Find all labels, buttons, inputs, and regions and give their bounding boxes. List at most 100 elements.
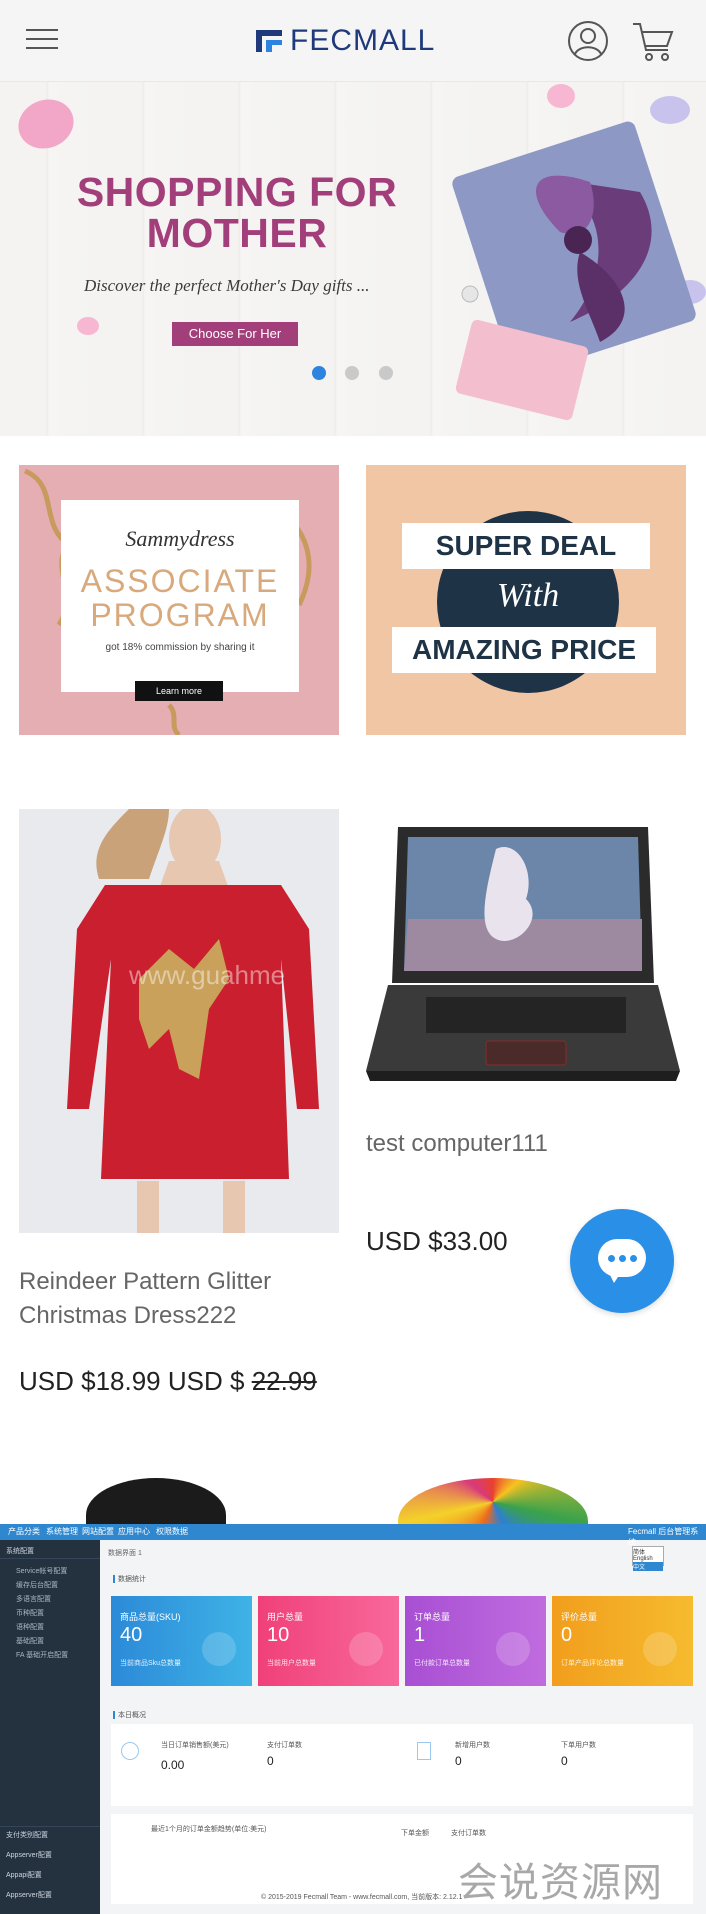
stat-label: 用户总量 — [267, 1612, 304, 1622]
admin-side-item[interactable]: 币种配置 — [16, 1608, 44, 1618]
user-account-icon[interactable] — [567, 20, 609, 62]
stat-desc: 订单产品评论总数量 — [561, 1660, 624, 1667]
admin-top-nav: 产品分类 系统管理 网站配置 应用中心 权限数据 Fecmall 后台管理系统 — [0, 1524, 706, 1547]
stat-desc: 当前商品Sku总数量 — [120, 1660, 182, 1667]
stat-card-sku: 商品总量(SKU) 40 当前商品Sku总数量 — [111, 1596, 252, 1686]
old-price: 22.99 — [251, 1366, 317, 1396]
chart-legend-item: 下单金额 — [401, 1830, 429, 1837]
hamburger-menu-icon[interactable] — [26, 29, 58, 53]
today-label: 下单用户数 — [561, 1742, 596, 1749]
admin-side-group[interactable]: 支付类别配置 — [6, 1830, 48, 1840]
super-deal-banner[interactable]: SUPER DEAL With AMAZING PRICE — [366, 465, 686, 735]
shopping-cart-icon[interactable] — [630, 18, 676, 64]
chart-legend-item: 支付订单数 — [451, 1830, 486, 1837]
user-add-icon — [417, 1742, 431, 1760]
fecmall-logo-icon — [256, 30, 282, 52]
admin-nav-item[interactable]: 网站配置 — [82, 1526, 114, 1537]
chart-title: 最近1个月的订单金额趋势(单位:美元) — [151, 1826, 267, 1833]
admin-side-item[interactable]: FA 基础开启配置 — [16, 1650, 68, 1660]
image-watermark: www.guahme — [128, 960, 285, 990]
chat-bubble-icon[interactable] — [570, 1209, 674, 1313]
today-overview-panel: 当日订单销售额(美元) 0.00 支付订单数 0 新增用户数 0 下单用户数 0 — [111, 1724, 693, 1806]
site-logo[interactable]: FECMALL — [256, 22, 435, 60]
product-image-laptop[interactable] — [366, 809, 686, 1089]
stat-value: 40 — [120, 1624, 143, 1646]
site-watermark: 会说资源网 — [458, 1861, 663, 1905]
order-icon — [496, 1632, 530, 1666]
admin-side-group[interactable]: 系统配置 — [6, 1546, 34, 1556]
chat-bubble — [598, 1239, 646, 1277]
learn-more-button[interactable]: Learn more — [135, 681, 223, 701]
lang-option-selected[interactable]: 中文 — [633, 1562, 663, 1571]
user-icon — [349, 1632, 383, 1666]
chat-bubble-tail — [608, 1271, 622, 1283]
hero-subtitle: Discover the perfect Mother's Day gifts … — [84, 276, 370, 295]
choose-for-her-button[interactable]: Choose For Her — [172, 322, 298, 346]
hero-title-line1: SHOPPING FOR — [76, 169, 398, 215]
associate-line: ASSOCIATE — [80, 563, 280, 599]
admin-side-group[interactable]: Appserver配置 — [6, 1890, 52, 1900]
stat-value: 0 — [561, 1624, 573, 1646]
sammydress-brand: Sammydress — [125, 526, 235, 551]
admin-section-title: 数据统计 — [113, 1575, 146, 1583]
today-label: 支付订单数 — [267, 1742, 302, 1749]
admin-side-group[interactable]: Appserver配置 — [6, 1850, 52, 1860]
admin-nav-item[interactable]: 系统管理 — [46, 1526, 78, 1537]
carousel-dot-1[interactable] — [312, 366, 326, 380]
eye-icon — [643, 1632, 677, 1666]
today-value: 0.00 — [161, 1758, 185, 1772]
today-label: 新增用户数 — [455, 1742, 490, 1749]
stat-desc: 当前用户总数量 — [267, 1660, 316, 1667]
product-name-dress[interactable]: Reindeer Pattern Glitter Christmas Dress… — [19, 1265, 339, 1333]
next-product-image-colorful[interactable] — [398, 1478, 588, 1526]
today-label: 当日订单销售额(美元) — [161, 1742, 229, 1749]
today-value: 0 — [455, 1754, 462, 1768]
carousel-dot-2[interactable] — [345, 366, 359, 380]
super-deal-label: SUPER DEAL — [402, 523, 650, 569]
admin-side-item[interactable]: Service帐号配置 — [16, 1566, 67, 1576]
hero-decor — [18, 84, 706, 421]
admin-nav-item[interactable]: 应用中心 — [118, 1526, 150, 1537]
admin-nav-item[interactable]: 权限数据 — [156, 1526, 188, 1537]
amazing-price-label: AMAZING PRICE — [392, 627, 656, 673]
admin-title: Fecmall 后台管理系统 — [628, 1527, 699, 1547]
admin-sidebar: 系统配置 Service帐号配置 缓存后台配置 多语言配置 币种配置 语种配置 … — [0, 1540, 100, 1914]
sales-icon — [121, 1742, 139, 1760]
today-value: 0 — [267, 1754, 274, 1768]
top-header: FECMALL — [0, 0, 706, 82]
with-label: With — [496, 577, 560, 614]
associate-program-title: ASSOCIATE PROGRAM — [61, 564, 299, 632]
product-image-dress[interactable]: www.guahme — [19, 809, 339, 1233]
stat-label: 商品总量(SKU) — [120, 1612, 181, 1622]
admin-side-item[interactable]: 多语言配置 — [16, 1594, 51, 1604]
stat-label: 评价总量 — [561, 1612, 598, 1622]
stat-value: 1 — [414, 1624, 426, 1646]
logo-text: FECMALL — [290, 24, 436, 57]
stat-card-orders: 订单总量 1 已付款订单总数量 — [405, 1596, 546, 1686]
admin-nav-item[interactable]: 产品分类 — [8, 1526, 40, 1537]
stat-value: 10 — [267, 1624, 290, 1646]
commission-text: got 18% commission by sharing it — [105, 642, 255, 653]
product-price-dress: USD $18.99 USD $ 22.99 — [19, 1360, 319, 1402]
hero-title-line2: MOTHER — [146, 210, 328, 256]
hero-carousel[interactable]: SHOPPING FOR MOTHER Discover the perfect… — [0, 82, 706, 436]
admin-breadcrumb: 数据界面 1 — [108, 1550, 142, 1557]
lang-option[interactable]: 简体 — [633, 1547, 663, 1556]
stat-card-users: 用户总量 10 当前用户总数量 — [258, 1596, 399, 1686]
hero-title: SHOPPING FOR MOTHER — [62, 172, 412, 254]
admin-side-item[interactable]: 基础配置 — [16, 1636, 44, 1646]
product-name-laptop[interactable]: test computer111 — [366, 1127, 686, 1161]
language-select[interactable]: 简体 English 中文 — [632, 1546, 664, 1571]
today-value: 0 — [561, 1754, 568, 1768]
carousel-dot-3[interactable] — [379, 366, 393, 380]
program-line: PROGRAM — [90, 597, 270, 633]
admin-footer: © 2015-2019 Fecmall Team - www.fecmall.c… — [261, 1894, 463, 1901]
admin-side-item[interactable]: 缓存后台配置 — [16, 1580, 58, 1590]
next-product-image-black[interactable] — [86, 1478, 226, 1524]
admin-side-group[interactable]: Appapi配置 — [6, 1870, 42, 1880]
associate-card: Sammydress ASSOCIATE PROGRAM got 18% com… — [61, 500, 299, 692]
old-price-prefix: USD $ — [167, 1366, 245, 1396]
current-price: USD $18.99 — [19, 1366, 161, 1396]
associate-program-banner[interactable]: Sammydress ASSOCIATE PROGRAM got 18% com… — [19, 465, 339, 735]
admin-side-item[interactable]: 语种配置 — [16, 1622, 44, 1632]
